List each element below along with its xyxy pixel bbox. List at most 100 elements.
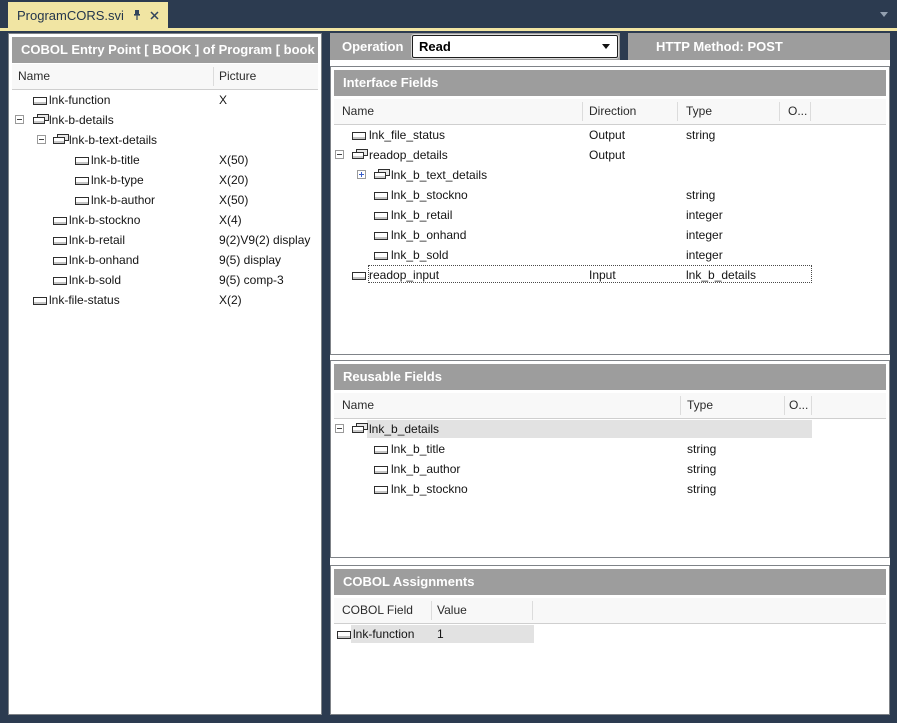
column-divider[interactable] <box>811 396 812 415</box>
column-divider[interactable] <box>784 396 785 415</box>
tree-row[interactable]: lnk-function 1 <box>334 624 886 644</box>
tree-row[interactable]: lnk-file-status X(2) <box>12 290 318 310</box>
cobol-assignments-header: COBOL Field Value <box>334 598 886 624</box>
column-header-optional[interactable]: O... <box>789 393 808 418</box>
field-icon <box>374 232 388 240</box>
tree-row[interactable]: lnk_file_statusOutputstring <box>334 125 886 145</box>
tree-row[interactable]: lnk_b_stocknostring <box>334 479 886 499</box>
tree-row[interactable]: lnk-b-authorX(50) <box>12 190 318 210</box>
tree-row[interactable]: lnk_b_stocknostring <box>334 185 886 205</box>
row-type: lnk_b_details <box>686 265 756 285</box>
expand-collapse-toggle[interactable] <box>15 115 24 124</box>
tree-row[interactable]: lnk-b-sold9(5) comp-3 <box>12 270 318 290</box>
tree-row[interactable]: lnk-b-onhand9(5) display <box>12 250 318 270</box>
row-name: lnk-b-retail <box>69 230 125 250</box>
expand-collapse-toggle[interactable] <box>335 150 344 159</box>
interface-fields-section: Interface Fields Name Direction Type O..… <box>330 66 890 355</box>
row-name: lnk-b-sold <box>69 270 121 290</box>
chevron-down-icon[interactable] <box>880 12 888 17</box>
column-divider[interactable] <box>810 102 811 121</box>
close-icon[interactable] <box>150 11 159 20</box>
tree-row[interactable]: lnk_b_authorstring <box>334 459 886 479</box>
tree-row[interactable]: lnk_b_details <box>334 419 886 439</box>
row-name: lnk_b_sold <box>391 245 448 265</box>
tab-programcors-svi[interactable]: ProgramCORS.svi <box>8 2 168 28</box>
column-divider[interactable] <box>431 601 432 620</box>
column-header-direction[interactable]: Direction <box>589 99 636 124</box>
column-header-value[interactable]: Value <box>437 598 467 623</box>
svi-editor-window: ProgramCORS.svi COBOL Entry Point [ BOOK… <box>0 0 897 723</box>
operation-select[interactable]: Read <box>412 35 618 58</box>
row-name: lnk-b-author <box>91 190 155 210</box>
row-name: readop_details <box>369 145 448 165</box>
row-name: lnk_b_retail <box>391 205 452 225</box>
interface-fields-header: Name Direction Type O... <box>334 99 886 125</box>
row-type: integer <box>686 205 723 225</box>
column-header-optional[interactable]: O... <box>788 99 807 124</box>
column-divider[interactable] <box>213 67 214 86</box>
row-picture: X(20) <box>219 170 248 190</box>
tree-row[interactable]: lnk-b-retail9(2)V9(2) display <box>12 230 318 250</box>
row-direction: Output <box>589 145 625 165</box>
tree-row[interactable]: lnk-b-type X(20) <box>12 170 318 190</box>
operation-label: Operation <box>342 39 403 54</box>
field-icon <box>33 297 47 305</box>
tree-row[interactable]: lnk_b_soldinteger <box>334 245 886 265</box>
row-name: readop_input <box>369 265 439 285</box>
expand-collapse-toggle[interactable] <box>357 170 366 179</box>
cobol-assignments-rows: lnk-function 1 <box>334 624 886 644</box>
column-divider[interactable] <box>532 601 533 620</box>
tree-row[interactable]: lnk_b_onhandinteger <box>334 225 886 245</box>
row-name: lnk-b-type <box>91 170 144 190</box>
http-method-bar: HTTP Method: POST <box>628 33 890 60</box>
row-name: lnk-b-onhand <box>69 250 139 270</box>
column-header-type[interactable]: Type <box>687 393 713 418</box>
column-header-name[interactable]: Name <box>342 99 374 124</box>
row-name: lnk-function <box>49 90 110 110</box>
tree-row[interactable]: lnk-b-text-details <box>12 130 318 150</box>
column-divider[interactable] <box>680 396 681 415</box>
tree-row[interactable]: lnk_b_text_details <box>334 165 886 185</box>
row-picture: X(2) <box>219 290 242 310</box>
left-tree-rows: lnk-functionXlnk-b-detailslnk-b-text-det… <box>12 90 318 310</box>
tree-row[interactable]: lnk-b-details <box>12 110 318 130</box>
column-header-name[interactable]: Name <box>342 393 374 418</box>
field-icon <box>33 97 47 105</box>
column-header-picture[interactable]: Picture <box>219 64 256 89</box>
tree-row[interactable]: lnk-functionX <box>12 90 318 110</box>
column-header-name[interactable]: Name <box>18 64 50 89</box>
group-icon <box>352 149 368 161</box>
column-divider[interactable] <box>582 102 583 121</box>
http-method-label: HTTP Method: POST <box>656 39 783 54</box>
field-icon <box>53 237 67 245</box>
field-icon <box>337 631 351 639</box>
row-value: 1 <box>437 624 444 644</box>
tree-row[interactable]: lnk_b_titlestring <box>334 439 886 459</box>
column-divider[interactable] <box>779 102 780 121</box>
tree-row[interactable]: lnk-b-titleX(50) <box>12 150 318 170</box>
tree-row[interactable]: lnk_b_retail integer <box>334 205 886 225</box>
row-name: lnk-b-stockno <box>69 210 140 230</box>
field-icon <box>374 486 388 494</box>
row-name: lnk_b_text_details <box>391 165 487 185</box>
tree-row[interactable]: readop_inputInputlnk_b_details <box>334 265 886 285</box>
field-icon <box>53 217 67 225</box>
field-icon <box>352 272 366 280</box>
row-name: lnk_b_details <box>369 419 439 439</box>
column-header-cobol-field[interactable]: COBOL Field <box>342 598 413 623</box>
field-icon <box>374 466 388 474</box>
column-header-type[interactable]: Type <box>686 99 712 124</box>
pin-icon[interactable] <box>132 9 142 21</box>
expand-collapse-toggle[interactable] <box>37 135 46 144</box>
row-name: lnk-function <box>353 624 414 644</box>
tree-row[interactable]: readop_details Output <box>334 145 886 165</box>
tree-row[interactable]: lnk-b-stocknoX(4) <box>12 210 318 230</box>
row-direction: Output <box>589 125 625 145</box>
group-icon <box>352 423 368 435</box>
field-icon <box>374 252 388 260</box>
row-picture: X(50) <box>219 150 248 170</box>
column-divider[interactable] <box>677 102 678 121</box>
row-type: string <box>687 479 716 499</box>
row-name: lnk-file-status <box>49 290 120 310</box>
expand-collapse-toggle[interactable] <box>335 424 344 433</box>
